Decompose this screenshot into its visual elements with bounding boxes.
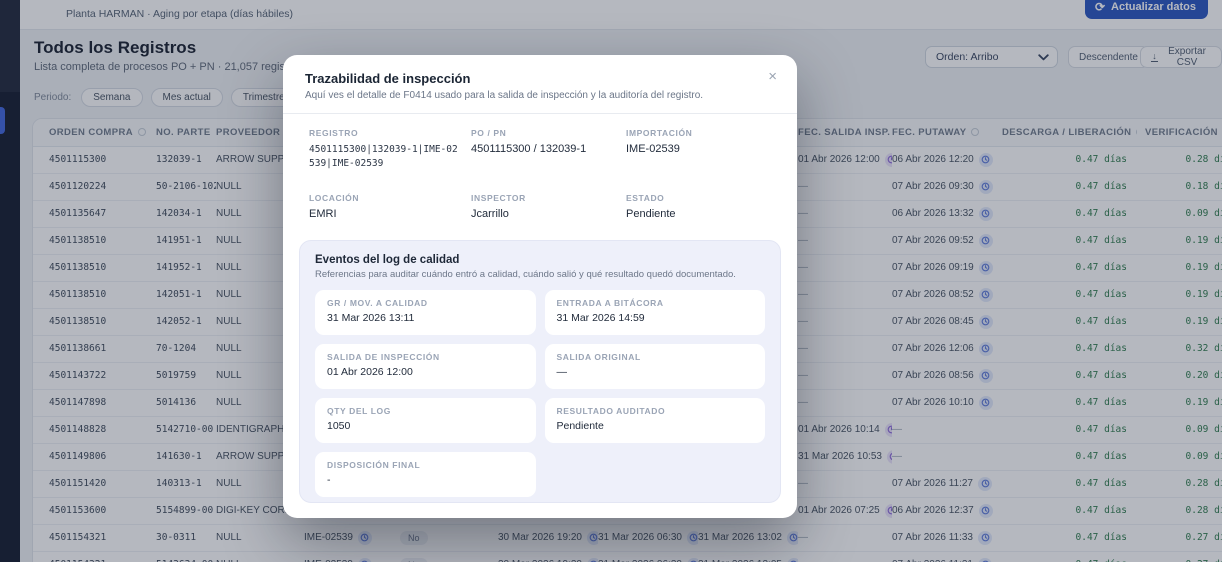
event-card-value: Pendiente bbox=[556, 420, 604, 432]
field-value: Pendiente bbox=[626, 207, 676, 220]
event-card-value: 1050 bbox=[327, 420, 351, 432]
events-subtitle: Referencias para auditar cuándo entró a … bbox=[315, 269, 736, 280]
field-label: PO / PN bbox=[471, 128, 507, 138]
event-card-entrada-a-bit-cora: ENTRADA A BITÁCORA 31 Mar 2026 14:59 bbox=[544, 290, 765, 335]
modal-subtitle: Aquí ves el detalle de F0414 usado para … bbox=[305, 90, 704, 101]
event-card-label: SALIDA DE INSPECCIÓN bbox=[327, 352, 440, 362]
event-card-value: 31 Mar 2026 13:11 bbox=[327, 312, 415, 324]
modal-field-locaci-n: LOCACIÓN EMRI bbox=[309, 193, 471, 220]
event-card-value: — bbox=[556, 366, 568, 378]
event-card-label: QTY DEL LOG bbox=[327, 406, 391, 416]
modal-info-grid: REGISTRO 4501115300|132039-1|IME-02539|IM… bbox=[283, 114, 797, 220]
modal-field-po-pn: PO / PN 4501115300 / 132039-1 bbox=[471, 128, 626, 171]
modal-field-inspector: INSPECTOR Jcarrillo bbox=[471, 193, 626, 220]
modal-title: Trazabilidad de inspección bbox=[305, 71, 471, 86]
event-card-value: 01 Abr 2026 12:00 bbox=[327, 366, 413, 378]
field-label: INSPECTOR bbox=[471, 192, 526, 203]
event-card-qty-del-log: QTY DEL LOG 1050 bbox=[315, 398, 536, 443]
close-icon[interactable]: × bbox=[768, 69, 777, 84]
field-label: REGISTRO bbox=[309, 128, 359, 138]
modal-header: Trazabilidad de inspección Aquí ves el d… bbox=[283, 55, 797, 114]
event-card-salida-de-inspecci-n: SALIDA DE INSPECCIÓN 01 Abr 2026 12:00 bbox=[315, 344, 536, 389]
inspection-trace-modal: Trazabilidad de inspección Aquí ves el d… bbox=[283, 55, 797, 518]
event-card-salida-original: SALIDA ORIGINAL — bbox=[544, 344, 765, 389]
event-card-label: ENTRADA A BITÁCORA bbox=[556, 298, 664, 308]
event-card-disposici-n-final: DISPOSICIÓN FINAL - bbox=[315, 452, 536, 497]
event-card-label: SALIDA ORIGINAL bbox=[556, 352, 641, 362]
field-value: Jcarrillo bbox=[471, 207, 509, 220]
field-value: 4501115300|132039-1|IME-02539|IME-02539 bbox=[309, 144, 458, 169]
field-label: LOCACIÓN bbox=[309, 192, 360, 203]
event-cards-grid: GR / MOV. A CALIDAD 31 Mar 2026 13:11 ENTR… bbox=[315, 290, 765, 497]
field-value: 4501115300 / 132039-1 bbox=[471, 143, 587, 155]
event-card-value: - bbox=[327, 474, 331, 486]
field-label: IMPORTACIÓN bbox=[626, 128, 693, 138]
event-card-gr-mov-a-calidad: GR / MOV. A CALIDAD 31 Mar 2026 13:11 bbox=[315, 290, 536, 335]
field-label: ESTADO bbox=[626, 192, 665, 203]
modal-field-importaci-n: IMPORTACIÓN IME-02539 bbox=[626, 128, 771, 171]
event-card-resultado-auditado: RESULTADO AUDITADO Pendiente bbox=[544, 398, 765, 443]
modal-field-registro: REGISTRO 4501115300|132039-1|IME-02539|IM… bbox=[309, 128, 471, 171]
event-card-label: GR / MOV. A CALIDAD bbox=[327, 298, 428, 308]
event-card-label: DISPOSICIÓN FINAL bbox=[327, 460, 421, 470]
quality-log-events-panel: Eventos del log de calidad Referencias p… bbox=[299, 240, 781, 503]
modal-field-estado: ESTADO Pendiente bbox=[626, 193, 771, 220]
field-value: IME-02539 bbox=[626, 143, 680, 155]
events-title: Eventos del log de calidad bbox=[315, 254, 460, 266]
event-card-label: RESULTADO AUDITADO bbox=[556, 406, 666, 416]
field-value: EMRI bbox=[309, 207, 337, 220]
event-card-value: 31 Mar 2026 14:59 bbox=[556, 312, 645, 324]
